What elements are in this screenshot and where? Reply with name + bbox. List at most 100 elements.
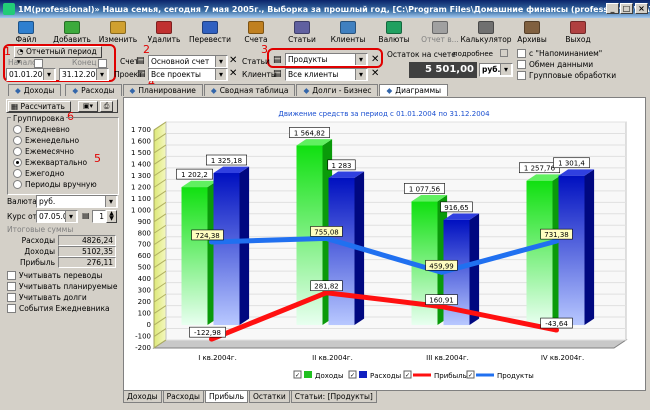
start-checkbox[interactable] [34,59,43,68]
account-clear-icon[interactable]: ✕ [229,56,237,66]
products-line-data-label: 755,08 [314,228,339,236]
toolbar-label: Отчет в... [421,35,459,44]
rate-icon: ▤ [82,211,90,220]
grouping-option[interactable]: Ежегодно [13,168,97,179]
toolbar-button-edit[interactable]: Изменить [96,21,140,44]
tab-expense[interactable]: ◆ Расходы [65,84,122,96]
option-exchange[interactable]: Обмен данными [517,59,593,70]
start-date-field[interactable]: 01.01.2004 [6,68,56,81]
grouping-radio[interactable] [13,136,22,145]
option-exchange-checkbox[interactable] [517,60,526,69]
balance-toggle-icon[interactable] [500,49,508,57]
maximize-button[interactable]: □ [620,3,633,14]
balance-detail-link[interactable]: подробнее [453,50,493,58]
tab-label: Планирование [138,86,196,95]
option-label: Учитывать планируемые [19,282,118,291]
bottom-tab[interactable]: Статьи: [Продукты] [290,391,377,403]
option-check[interactable]: Учитывать планируемые [7,281,117,292]
grouping-radio[interactable] [13,147,22,156]
project-clear-icon[interactable]: ✕ [229,69,237,79]
balance-value: 5 501,00 [409,62,477,78]
print-icon[interactable]: ⎙ [100,101,113,112]
clients-picker-icon[interactable]: ▤ [273,69,282,79]
currency-select[interactable]: руб. [36,195,118,208]
toolbar-button-clients[interactable]: Клиенты [326,21,370,44]
tab-debts[interactable]: ◆ Долги - Бизнес [296,84,379,96]
tab-label: Расходы [81,86,115,95]
toolbar-label: Файл [15,35,37,44]
option-group[interactable]: Групповые обработки [517,70,616,81]
toolbar-button-accounts[interactable]: Счета [234,21,278,44]
toolbar-button-file[interactable]: Файл [4,21,48,44]
close-button[interactable]: × [635,3,648,14]
grouping-radio[interactable] [13,169,22,178]
toolbar-button-currency[interactable]: Валюты [372,21,416,44]
toolbar-button-exit[interactable]: Выход [556,21,600,44]
bottom-tab[interactable]: Доходы [123,391,162,403]
y-tick-label: 200 [138,298,151,306]
toolbar-button-add[interactable]: Добавить [50,21,94,44]
bottom-tab[interactable]: Остатки [249,391,290,403]
articles-picker-icon[interactable]: ▤ [273,55,282,65]
end-date-field[interactable]: 31.12.2004 [59,68,109,81]
total-value: 4826,24 [58,235,116,246]
toolbar-button-delete[interactable]: Удалить [142,21,186,44]
legend-check-mark: ✓ [295,372,300,379]
articles-select[interactable]: Продукты [285,53,368,66]
grouping-option[interactable]: Еженедельно [13,135,97,146]
option-group-label: Групповые обработки [529,71,617,80]
grouping-label: Периоды вручную [25,180,97,189]
bottom-tab[interactable]: Расходы [162,391,204,403]
grouping-option[interactable]: Ежеквартально [13,157,97,168]
rate-spinner[interactable]: ▲ ▼ [106,210,117,223]
y-tick-label: 0 [147,321,151,329]
toolbar-button-calculator[interactable]: Калькулятор [460,21,512,44]
grouping-radio[interactable] [13,158,22,167]
bottom-tab[interactable]: Прибыль [204,391,249,403]
clients-label: Клиенты [242,70,277,79]
toolbar-button-articles[interactable]: Статьи [280,21,324,44]
calculate-button[interactable]: ▦ Рассчитать ▾ [8,101,71,120]
toolbar-label: Добавить [53,35,91,44]
option-reminder[interactable]: с "Напоминанием" [517,48,602,59]
option-checkbox[interactable] [7,304,16,313]
articles-clear-icon[interactable]: ✕ [371,55,379,65]
grouping-option[interactable]: Ежедневно [13,124,97,135]
rate-date-field[interactable]: 07.05.05 [36,210,78,223]
project-select[interactable]: Все проекты [148,68,228,81]
option-reminder-checkbox[interactable] [517,49,526,58]
y-tick-label: 900 [138,218,151,226]
toolbar-button-transfer[interactable]: Перевести [188,21,232,44]
option-group-checkbox[interactable] [517,71,526,80]
account-select[interactable]: Основной счет [148,55,228,68]
toolbar-button-archive[interactable]: Архивы [510,21,554,44]
project-picker-icon[interactable]: ▤ [137,69,146,79]
end-checkbox[interactable] [98,59,107,68]
tab-label: Долги - Бизнес [312,86,372,95]
option-checkbox[interactable] [7,282,16,291]
y-tick-label: 1 300 [131,172,151,180]
grouping-radio[interactable] [13,180,22,189]
rate-value-field[interactable]: 1 [92,210,106,223]
option-check[interactable]: Учитывать долги [7,292,117,303]
toolbar-button-report[interactable]: Отчет в... [418,21,462,44]
account-picker-icon[interactable]: ▤ [136,56,145,66]
grouping-option[interactable]: Ежемесячно [13,146,97,157]
option-checkbox[interactable] [7,271,16,280]
grouping-radio[interactable] [13,125,22,134]
main-toolbar: Файл Добавить Изменить Удалить Перевести Счет… [0,18,650,44]
tab-pivot-table[interactable]: ◆ Сводная таблица [203,84,296,96]
option-check[interactable]: События Ежедневника [7,303,117,314]
option-checkbox[interactable] [7,293,16,302]
balance-currency-select[interactable]: руб. [479,63,513,77]
tab-diagram[interactable]: ◆ Диаграммы [379,84,449,96]
option-check[interactable]: Учитывать переводы [7,270,117,281]
grouping-option[interactable]: Периоды вручную [13,179,97,190]
report-period-button[interactable]: ◔ Отчетный период ▾ [14,46,102,66]
tab-planning[interactable]: ◆ Планирование [122,84,203,96]
clients-clear-icon[interactable]: ✕ [371,69,379,79]
tab-income[interactable]: ◆ Доходы [8,84,62,96]
minimize-button[interactable]: _ [606,3,619,14]
chart-options-button[interactable]: ▣▾ [78,101,98,112]
clients-select[interactable]: Все клиенты [285,68,368,81]
